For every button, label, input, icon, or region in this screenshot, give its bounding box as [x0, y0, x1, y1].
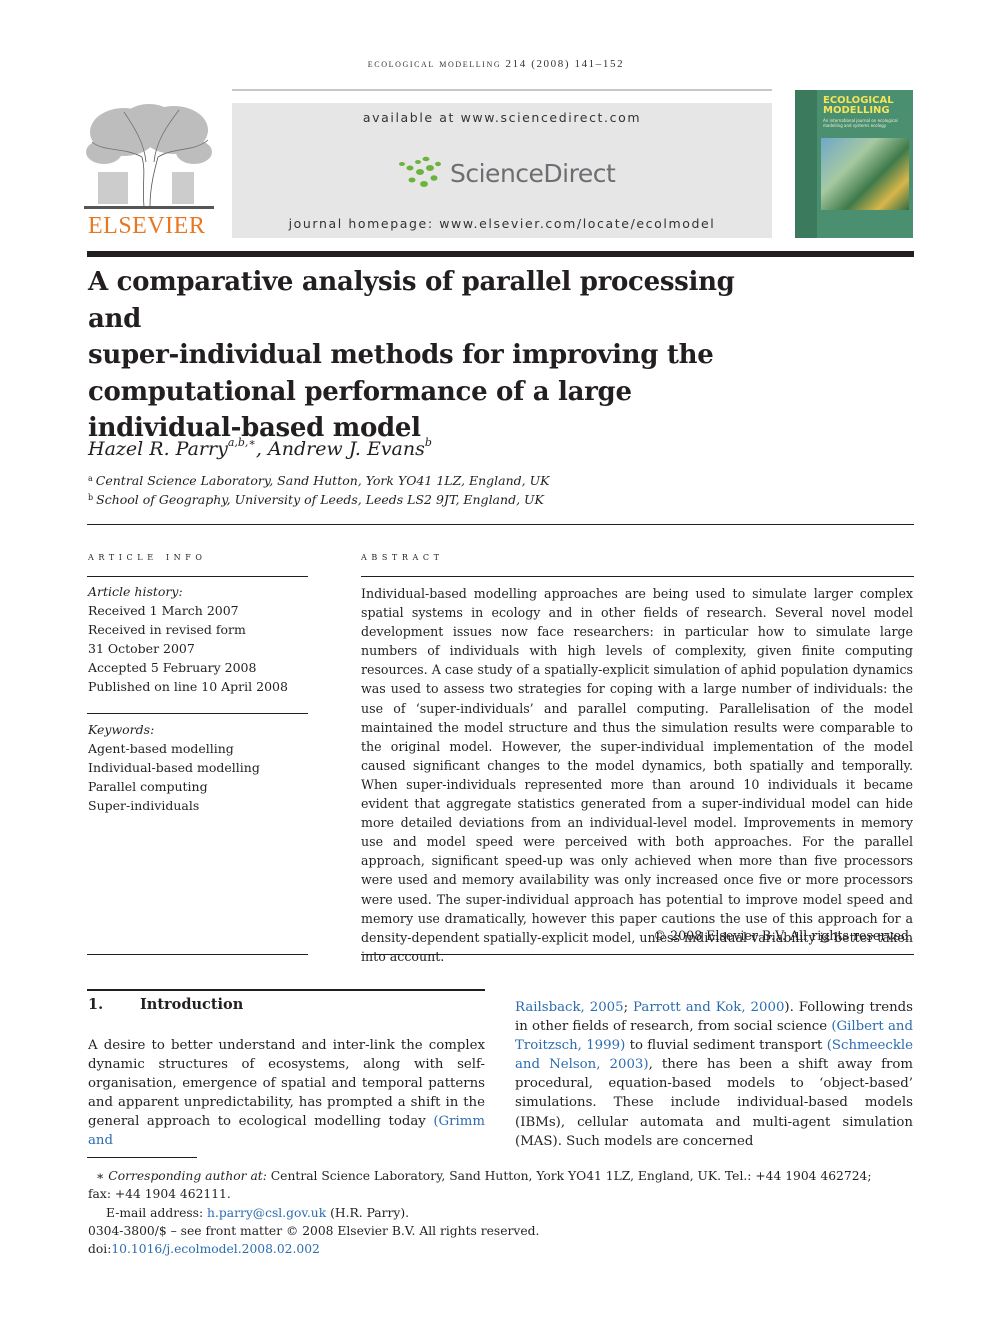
- email-label: E-mail address:: [106, 1205, 208, 1220]
- affiliation-mark: a: [88, 474, 93, 483]
- article-title: A comparative analysis of parallel proce…: [88, 264, 788, 447]
- author-name[interactable]: Hazel R. Parry: [88, 438, 228, 460]
- section-rule: [87, 989, 485, 991]
- author-name[interactable]: Andrew J. Evans: [268, 438, 425, 460]
- affiliation: a Central Science Laboratory, Sand Hutton…: [88, 473, 550, 488]
- front-matter-line: 0304-3800/$ – see front matter © 2008 El…: [88, 1223, 540, 1238]
- tree-icon: [84, 104, 214, 209]
- doi-label: doi:: [88, 1242, 112, 1257]
- journal-homepage-link[interactable]: journal homepage: www.elsevier.com/locat…: [232, 216, 772, 231]
- keywords: Keywords: Agent-based modelling Individu…: [88, 720, 260, 815]
- history-item: Published on line 10 April 2008: [88, 679, 288, 694]
- keyword: Individual-based modelling: [88, 760, 260, 775]
- affiliation: b School of Geography, University of Leed…: [88, 492, 544, 507]
- divider: [361, 576, 914, 577]
- affiliation-text: School of Geography, University of Leeds…: [96, 492, 544, 507]
- intro-paragraph-text: A desire to better understand and inter-…: [88, 1038, 485, 1130]
- divider: [87, 576, 308, 577]
- article-history-label: Article history:: [88, 584, 183, 599]
- keyword: Agent-based modelling: [88, 741, 234, 756]
- divider: [87, 713, 308, 714]
- keyword: Super-individuals: [88, 798, 200, 813]
- intro-right-column: Railsback, 2005; Parrott and Kok, 2000).…: [515, 998, 913, 1151]
- sciencedirect-wordmark: ScienceDirect: [450, 158, 616, 188]
- author-separator: ,: [255, 438, 268, 460]
- keywords-label: Keywords:: [88, 722, 155, 737]
- banner-top-rule: [232, 89, 772, 91]
- author-affiliation-marks[interactable]: b: [425, 436, 432, 449]
- history-item: Received 1 March 2007: [88, 603, 239, 618]
- doi-line: doi:10.1016/j.ecolmodel.2008.02.002: [88, 1240, 888, 1258]
- affiliation-mark: b: [88, 493, 94, 502]
- keyword: Parallel computing: [88, 779, 208, 794]
- affiliation-text: Central Science Laboratory, Sand Hutton,…: [95, 473, 550, 488]
- cover-title-line: MODELLING: [823, 105, 890, 116]
- sciencedirect-dots-icon: [399, 156, 441, 187]
- corresponding-author-note: ∗ Corresponding author at: Central Scien…: [88, 1167, 888, 1185]
- available-at-link[interactable]: available at www.sciencedirect.com: [232, 110, 772, 125]
- section-number: 1.: [88, 996, 104, 1013]
- intro-text: ;: [623, 1000, 634, 1015]
- footnote-rule: [87, 1157, 197, 1158]
- intro-left-column: A desire to better understand and inter-…: [88, 1036, 485, 1151]
- section-title: Introduction: [140, 996, 244, 1013]
- email-line: E-mail address: h.parry@csl.gov.uk (H.R.…: [88, 1204, 888, 1222]
- author-affiliation-marks[interactable]: a,b,∗: [228, 436, 256, 449]
- history-item: 31 October 2007: [88, 641, 195, 656]
- cover-strip: [795, 90, 817, 238]
- title-line: A comparative analysis of parallel proce…: [88, 267, 735, 334]
- doi-link[interactable]: 10.1016/j.ecolmodel.2008.02.002: [111, 1242, 320, 1256]
- history-item: Accepted 5 February 2008: [88, 660, 257, 675]
- cover-subtitle: An international journal on ecological m…: [823, 118, 898, 128]
- divider: [87, 524, 914, 525]
- citation-link[interactable]: Railsback, 2005: [515, 1000, 624, 1015]
- sciencedirect-logo[interactable]: ScienceDirect: [398, 153, 616, 193]
- running-header: ecological modelling 214 (2008) 141–152: [367, 58, 625, 70]
- elsevier-wordmark: ELSEVIER: [88, 213, 206, 239]
- title-line: computational performance of a large: [88, 376, 632, 407]
- email-link[interactable]: h.parry@csl.gov.uk: [207, 1206, 326, 1220]
- citation-link[interactable]: Parrott and Kok, 2000: [633, 1000, 784, 1015]
- title-line: super-individual methods for improving t…: [88, 340, 714, 370]
- article-info-heading: article info: [88, 549, 207, 563]
- elsevier-logo[interactable]: ELSEVIER: [84, 102, 214, 242]
- author-list: Hazel R. Parrya,b,∗, Andrew J. Evansb: [88, 436, 432, 460]
- corresponding-label: Corresponding author at:: [108, 1169, 267, 1183]
- copyright-notice: © 2008 Elsevier B.V. All rights reserved…: [653, 928, 913, 943]
- abstract-text: Individual-based modelling approaches ar…: [361, 586, 913, 964]
- divider: [361, 954, 914, 955]
- abstract-heading: abstract: [361, 549, 444, 563]
- journal-banner: available at www.sciencedirect.com Scien…: [232, 103, 772, 238]
- journal-cover-image[interactable]: ECOLOGICAL MODELLING An international jo…: [795, 90, 913, 238]
- cover-artwork: [821, 138, 909, 210]
- fax-line: fax: +44 1904 462111.: [88, 1187, 231, 1202]
- footnote-mark: ∗: [96, 1169, 105, 1183]
- email-suffix: (H.R. Parry).: [326, 1205, 410, 1220]
- cover-title: ECOLOGICAL MODELLING: [823, 96, 894, 116]
- header-divider: [87, 251, 914, 257]
- introduction-heading: 1. Introduction: [88, 996, 243, 1013]
- corresponding-address: Central Science Laboratory, Sand Hutton,…: [266, 1169, 872, 1183]
- footnotes: ∗ Corresponding author at: Central Scien…: [88, 1167, 888, 1258]
- article-history: Article history: Received 1 March 2007 R…: [88, 582, 288, 696]
- divider: [87, 954, 308, 955]
- intro-text: to fluvial sediment transport: [625, 1038, 827, 1054]
- history-item: Received in revised form: [88, 622, 246, 637]
